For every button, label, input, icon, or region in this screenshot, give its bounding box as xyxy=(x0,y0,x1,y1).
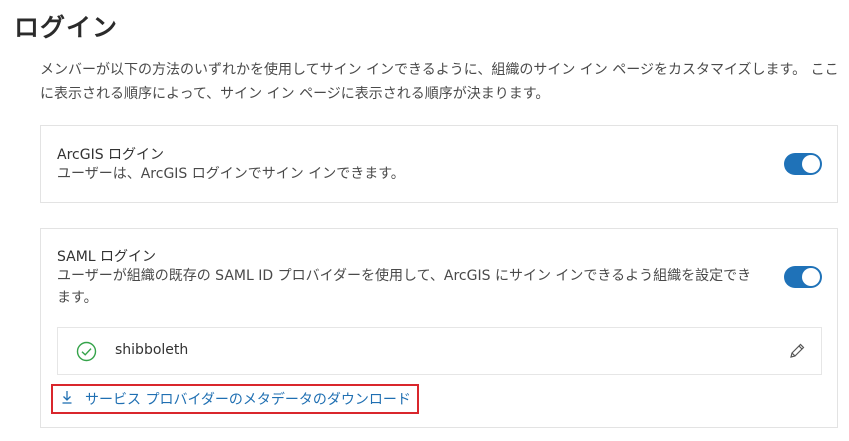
toggle-knob xyxy=(802,268,820,286)
saml-login-title: SAML ログイン xyxy=(57,249,157,265)
page-title: ログイン xyxy=(14,13,119,42)
identity-provider-row: shibboleth xyxy=(57,327,822,375)
arcgis-login-description: ユーザーは、ArcGIS ログインでサイン インできます。 xyxy=(57,166,405,182)
toggle-knob xyxy=(802,155,820,173)
saml-login-card: SAML ログイン ユーザーが組織の既存の SAML ID プロバイダーを使用し… xyxy=(40,228,838,428)
pencil-icon[interactable] xyxy=(789,343,805,363)
download-metadata-label: サービス プロバイダーのメタデータのダウンロード xyxy=(85,392,411,408)
saml-login-toggle[interactable] xyxy=(784,266,822,288)
download-icon xyxy=(61,390,73,408)
arcgis-login-toggle[interactable] xyxy=(784,153,822,175)
arcgis-login-card: ArcGIS ログイン ユーザーは、ArcGIS ログインでサイン インできます… xyxy=(40,125,838,203)
check-circle-icon xyxy=(76,341,97,366)
download-metadata-link[interactable]: サービス プロバイダーのメタデータのダウンロード xyxy=(51,384,419,414)
page-description: メンバーが以下の方法のいずれかを使用してサイン インできるように、組織のサイン … xyxy=(40,62,839,102)
arcgis-login-title: ArcGIS ログイン xyxy=(57,147,165,163)
saml-login-description: ユーザーが組織の既存の SAML ID プロバイダーを使用して、ArcGIS に… xyxy=(57,268,752,306)
identity-provider-name: shibboleth xyxy=(115,342,189,358)
